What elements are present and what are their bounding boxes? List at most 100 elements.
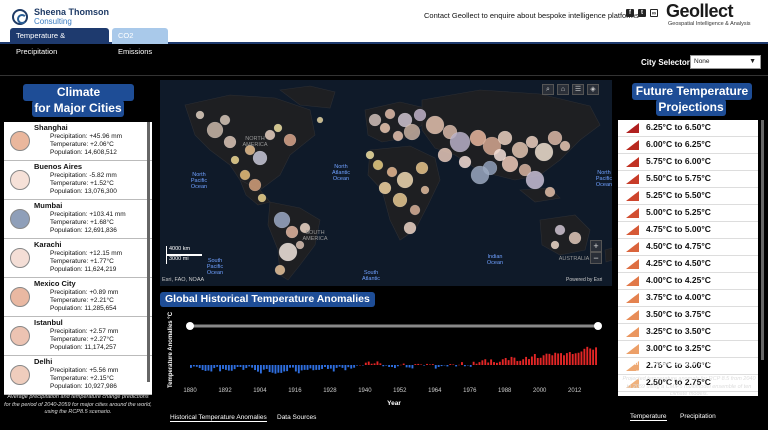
city-card[interactable]: Istanbul Precipitation: +2.57 mm Temperatu… — [4, 317, 152, 356]
anomaly-bar — [417, 363, 420, 365]
x-tick-label: 1940 — [358, 388, 372, 394]
anomaly-bar — [542, 355, 545, 365]
tab-bar: Temperature & Precipitation CO2 Emission… — [0, 28, 768, 56]
anomaly-bar — [242, 365, 245, 370]
legend-swatch — [626, 191, 639, 201]
layer-list-icon[interactable]: ☰ — [572, 84, 584, 95]
legend-row: 4.00°C to 4.25°C — [618, 273, 758, 290]
anomaly-bar — [367, 361, 370, 365]
sheena-thomson-logo[interactable]: Sheena Thomson Consulting — [12, 8, 109, 26]
city-dot — [274, 264, 286, 276]
legend-footnote-text: Projected temperature anomaly for RCP 8.… — [622, 376, 756, 397]
anomaly-chart-canvas[interactable]: Temperature Anomalies °C Year 1880 1892 19… — [160, 310, 612, 408]
twitter-icon[interactable]: t — [638, 9, 646, 17]
city-card[interactable]: Karachi Precipitation: +12.15 mm Temperatu… — [4, 239, 152, 278]
anomaly-bar — [236, 365, 239, 367]
label-south-atlantic: South Atlantic — [361, 270, 381, 282]
legend-swatch — [626, 123, 639, 133]
legend-footnote: Turn the Temperature layer on in the lay… — [620, 361, 758, 399]
map-canvas — [184, 85, 612, 281]
facebook-icon[interactable]: f — [626, 9, 634, 17]
tab-precipitation[interactable]: Precipitation — [680, 413, 716, 420]
city-card[interactable]: Buenos Aires Precipitation: -5.82 mm Tempe… — [4, 161, 152, 200]
anomaly-bar — [344, 365, 347, 371]
anomaly-bar — [571, 354, 574, 365]
anomaly-bar — [595, 347, 597, 365]
city-list-scrollbar[interactable] — [147, 122, 150, 382]
anomaly-bar — [190, 365, 192, 368]
legend-row: 5.25°C to 5.50°C — [618, 188, 758, 205]
anomaly-bar — [216, 365, 219, 367]
anomaly-bar — [428, 364, 431, 365]
legend-scrollbar[interactable] — [761, 120, 764, 360]
layers-icon[interactable]: ◈ — [587, 84, 599, 95]
anomaly-bar — [195, 365, 198, 367]
zoom-in-button[interactable]: + — [590, 240, 602, 252]
city-dot — [230, 155, 240, 165]
legend-label: 3.75°C to 4.00°C — [646, 292, 711, 302]
home-icon[interactable]: ⌂ — [557, 84, 569, 95]
city-selector-dropdown[interactable]: None ▼ — [690, 55, 761, 69]
city-card[interactable]: Delhi Precipitation: +5.56 mm Temperature:… — [4, 356, 152, 395]
geollect-name: Geollect — [666, 1, 734, 21]
city-dot — [239, 169, 251, 181]
city-card[interactable]: Mexico City Precipitation: +0.89 mm Temper… — [4, 278, 152, 317]
temperature-anomalies-chart: Global Historical Temperature Anomalies … — [160, 290, 612, 408]
world-map[interactable]: NORTH AMERICA North Pacific Ocean North … — [160, 80, 612, 286]
label-indian-ocean: Indian Ocean — [486, 254, 504, 266]
anomaly-bar — [262, 365, 265, 370]
tab-data-sources[interactable]: Data Sources — [277, 414, 316, 421]
anomaly-bar — [353, 365, 356, 368]
search-icon[interactable]: ⌕ — [542, 84, 554, 95]
city-temperature: Temperature: +1.68°C — [50, 219, 114, 226]
tab-co2-emissions[interactable]: CO2 Emissions — [112, 28, 168, 56]
city-dot — [554, 224, 566, 236]
legend-label: 3.50°C to 3.75°C — [646, 309, 711, 319]
anomaly-bar — [318, 365, 321, 370]
panel-title-line1: Climate Projections — [23, 84, 134, 116]
scale-mi: 3000 mi — [166, 255, 202, 264]
anomaly-bar — [411, 365, 414, 369]
sheena-logo-icon — [12, 9, 28, 25]
anomaly-bar — [548, 353, 551, 365]
anomaly-bar — [408, 365, 411, 368]
temperature-legend[interactable]: 6.25°C to 6.50°C 6.00°C to 6.25°C 5.75°C t… — [618, 120, 758, 396]
city-dot — [396, 171, 414, 189]
legend-label: 5.50°C to 5.75°C — [646, 173, 711, 183]
city-dot — [252, 150, 268, 166]
anomaly-bar — [350, 365, 353, 369]
geollect-logo[interactable]: Geollect Geospatial Intelligence & Analy… — [666, 1, 751, 28]
tab-historical-anomalies[interactable]: Historical Temperature Anomalies — [170, 414, 267, 422]
anomaly-bar — [329, 365, 332, 369]
city-color-dot — [10, 131, 30, 151]
tab-temperature-precipitation[interactable]: Temperature & Precipitation — [10, 28, 109, 56]
chart-title: Global Historical Temperature Anomalies — [160, 292, 375, 307]
city-dot — [384, 108, 396, 120]
anomaly-bar — [461, 362, 463, 365]
city-selector-label: City Selector — [641, 58, 690, 67]
x-tick-label: 1964 — [428, 388, 442, 394]
chevron-down-icon: ▼ — [749, 58, 756, 65]
city-card[interactable]: Shanghai Precipitation: +45.96 mm Temperat… — [4, 122, 152, 161]
city-dot — [378, 181, 392, 195]
anomaly-bar — [274, 365, 277, 374]
anomaly-bar — [533, 354, 536, 365]
city-dot — [409, 204, 421, 216]
city-list[interactable]: Shanghai Precipitation: +45.96 mm Temperat… — [4, 122, 152, 412]
city-color-dot — [10, 365, 30, 385]
city-population: Population: 11,174,257 — [50, 344, 117, 351]
city-dot — [437, 147, 453, 163]
anomaly-bar — [347, 365, 350, 368]
zoom-out-button[interactable]: − — [590, 252, 602, 264]
legend-label: 5.25°C to 5.50°C — [646, 190, 711, 200]
city-dot — [559, 140, 571, 152]
anomaly-bar — [580, 351, 583, 365]
anomaly-bar — [315, 365, 318, 370]
tab-temperature[interactable]: Temperature — [630, 413, 667, 421]
anomaly-bar — [510, 356, 513, 365]
city-card[interactable]: Mumbai Precipitation: +103.41 mm Temperatu… — [4, 200, 152, 239]
powered-by-esri[interactable]: Powered by Esri — [566, 277, 602, 283]
anomaly-bar — [219, 365, 222, 372]
link-icon[interactable]: ∞ — [650, 9, 658, 17]
city-temperature: Temperature: +2.21°C — [50, 297, 114, 304]
